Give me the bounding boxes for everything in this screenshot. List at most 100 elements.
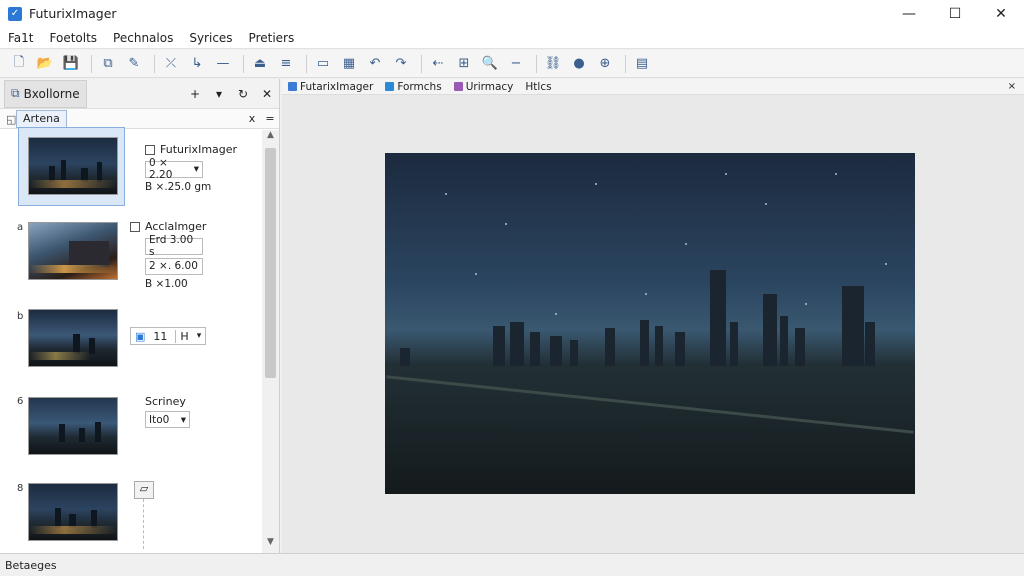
close-button[interactable]: ✕ — [978, 0, 1024, 27]
building-shape — [780, 316, 788, 366]
duration-value: Erd 3.00 s — [149, 234, 194, 258]
building-shape — [865, 322, 875, 366]
doc-tab-0[interactable]: FutarixImager — [282, 81, 379, 93]
spinner-icon: ▣ — [135, 329, 146, 343]
refresh-button[interactable]: ↻ — [231, 87, 255, 101]
back-icon[interactable]: ⇠ — [427, 53, 449, 75]
doc-close-button[interactable]: × — [1008, 81, 1016, 92]
building-shape — [493, 326, 505, 366]
star-dot — [725, 173, 727, 175]
panel-icon[interactable]: ▭ — [312, 53, 334, 75]
item-size-text: B ×1.00 — [145, 277, 188, 290]
doc-tab-1[interactable]: Formchs — [379, 81, 447, 93]
panel-scrollbar[interactable]: ▲ ▼ — [262, 130, 279, 553]
star-dot — [645, 293, 647, 295]
copy-icon[interactable]: ⧉ — [97, 53, 119, 75]
building-shape — [842, 286, 864, 366]
doc-tab-2[interactable]: Urirmacy — [448, 81, 520, 93]
chevron-down-icon: ▾ — [180, 413, 186, 426]
thumbnail-image[interactable] — [28, 483, 118, 541]
undo-icon[interactable]: ↶ — [364, 53, 386, 75]
thumbnail-image[interactable] — [28, 397, 118, 455]
star-dot — [685, 243, 687, 245]
scroll-thumb[interactable] — [265, 148, 276, 378]
subtab-close-button[interactable]: x — [243, 112, 261, 125]
star-dot — [505, 223, 507, 225]
title-bar: ✓ FuturixImager — ☐ ✕ — [0, 0, 1024, 27]
thumbnail-image[interactable] — [28, 222, 118, 280]
document-area: FutarixImager Formchs Urirmacy Htlcs × — [282, 79, 1024, 553]
browser-icon: ⧉ — [11, 86, 20, 100]
minimize-button[interactable]: — — [886, 0, 932, 27]
road-shape — [386, 375, 914, 434]
new-icon[interactable]: 🗋 — [8, 53, 30, 75]
value-spinner[interactable]: ▣ 11 H ▾ — [130, 327, 207, 345]
thumbnail-image[interactable] — [28, 137, 118, 195]
lines-icon[interactable]: ≡ — [275, 53, 297, 75]
toolbar-separator — [91, 54, 92, 73]
menu-view[interactable]: Pechnalos — [105, 31, 181, 45]
save-icon[interactable]: 💾 — [60, 53, 82, 75]
scale-value: 2 ×. 6.00 — [149, 260, 198, 272]
star-dot — [835, 173, 837, 175]
dot-icon[interactable]: ● — [568, 53, 590, 75]
add-button[interactable]: + — [183, 87, 207, 101]
item-number: b — [17, 311, 24, 322]
panel-tab-browser[interactable]: ⧉ Bxollorne — [4, 79, 87, 108]
main-image[interactable] — [385, 153, 915, 494]
chevron-up-icon[interactable]: ▲ — [262, 130, 279, 144]
building-shape — [675, 332, 685, 366]
building-shape — [763, 294, 777, 366]
subtab-menu-button[interactable]: = — [261, 112, 279, 125]
layout-icon[interactable]: ▤ — [631, 53, 653, 75]
thumbnail-image[interactable] — [28, 309, 118, 367]
chevron-down-icon: ▾ — [193, 163, 199, 175]
cursor-icon[interactable]: ↳ — [186, 53, 208, 75]
building-shape — [730, 322, 738, 366]
building-shape — [400, 348, 410, 366]
scale-field[interactable]: 2 ×. 6.00 — [145, 257, 203, 275]
menu-edit[interactable]: Foetolts — [42, 31, 106, 45]
dropdown-button[interactable]: ▾ — [207, 87, 231, 101]
star-dot — [805, 303, 807, 305]
edit-icon[interactable]: ✎ — [123, 53, 145, 75]
open-icon[interactable]: 📂 — [34, 53, 56, 75]
menu-bar: Fa1t Foetolts Pechnalos Syrices Pretiers — [0, 27, 1024, 49]
duration-field[interactable]: Erd 3.00 s — [145, 234, 203, 258]
option-dropdown[interactable]: Ito0 ▾ — [145, 411, 190, 428]
option-dropdown-value: Ito0 — [149, 413, 170, 426]
redo-icon[interactable]: ↷ — [390, 53, 412, 75]
maximize-button[interactable]: ☐ — [932, 0, 978, 27]
star-dot — [765, 203, 767, 205]
zoom-icon[interactable]: 🔍 — [479, 53, 501, 75]
star-dot — [595, 183, 597, 185]
building-shape — [655, 326, 663, 366]
folder-button[interactable]: ▱ — [134, 481, 154, 499]
doc-tab-label: Htlcs — [525, 80, 552, 93]
menu-tools[interactable]: Syrices — [181, 31, 240, 45]
doc-tab-3[interactable]: Htlcs — [519, 81, 557, 93]
grid-icon[interactable]: ⊞ — [453, 53, 475, 75]
minus-line-icon[interactable]: − — [505, 53, 527, 75]
toolbar-separator — [243, 54, 244, 73]
link-icon[interactable]: ⛓ — [542, 53, 564, 75]
minus-icon[interactable]: — — [212, 53, 234, 75]
chevron-down-icon[interactable]: ▼ — [262, 537, 279, 551]
panel-close-button[interactable]: ✕ — [255, 87, 279, 101]
crop-icon[interactable]: ⤫ — [160, 53, 182, 75]
checkbox-icon[interactable] — [130, 221, 140, 232]
item-size-text: B ×.25.0 gm — [145, 180, 212, 193]
size-dropdown[interactable]: 0 × 2.20 ▾ — [145, 157, 203, 181]
building-shape — [795, 328, 805, 366]
toolbar-separator — [536, 54, 537, 73]
doc-tab-label: FutarixImager — [300, 80, 374, 93]
toolbar-separator — [625, 54, 626, 73]
zoom-fit-icon[interactable]: ⊕ — [594, 53, 616, 75]
palette-icon[interactable]: ▦ — [338, 53, 360, 75]
up-icon[interactable]: ⏏ — [249, 53, 271, 75]
subtab-artena[interactable]: Artena — [16, 109, 67, 128]
divider — [143, 499, 144, 549]
menu-help[interactable]: Pretiers — [241, 31, 303, 45]
menu-file[interactable]: Fa1t — [0, 31, 42, 45]
item-title: AcclaImger — [145, 220, 207, 233]
